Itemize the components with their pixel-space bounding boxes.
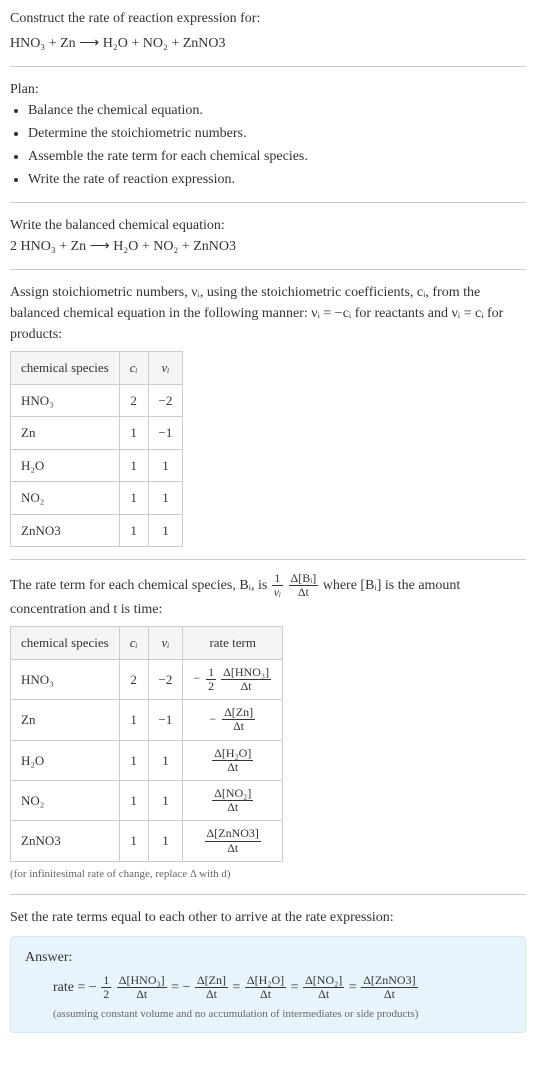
table-row: Zn 1 −1 <box>11 417 183 450</box>
col-nui: νᵢ <box>148 352 183 385</box>
rate-term-cell: − Δ[Zn] Δt <box>183 700 283 740</box>
stoich-text: Assign stoichiometric numbers, νᵢ, using… <box>10 282 526 345</box>
nui-cell: 1 <box>148 482 183 515</box>
ci-cell: 1 <box>119 417 148 450</box>
nui-cell: −1 <box>148 417 183 450</box>
plan-item: Balance the chemical equation. <box>28 100 526 121</box>
fraction: Δ[Zn] Δt <box>222 706 255 733</box>
species-cell: H₂O <box>11 740 120 780</box>
plan-item: Write the rate of reaction expression. <box>28 169 526 190</box>
table-row: HNO₃ 2 −2 − 1 2 Δ[HNO₃] Δt <box>11 659 283 699</box>
ci-cell: 1 <box>119 700 148 740</box>
table-row: ZnNO3 1 1 Δ[ZnNO3] Δt <box>11 821 283 861</box>
species-cell: Zn <box>11 417 120 450</box>
col-nui: νᵢ <box>148 627 183 660</box>
fraction: 1 νᵢ <box>272 572 283 599</box>
balanced-heading: Write the balanced chemical equation: <box>10 215 526 236</box>
rate-term-cell: − 1 2 Δ[HNO₃] Δt <box>183 659 283 699</box>
fraction: Δ[HNO₃] Δt <box>221 666 271 693</box>
species-cell: Zn <box>11 700 120 740</box>
fraction: Δ[ZnNO3] Δt <box>361 974 417 1001</box>
ci-cell: 2 <box>119 384 148 417</box>
fraction: Δ[H₂O] Δt <box>212 747 253 774</box>
fraction: Δ[NO₂] Δt <box>212 787 253 814</box>
fraction: Δ[H₂O] Δt <box>245 974 286 1001</box>
ci-cell: 1 <box>119 740 148 780</box>
infinitesimal-note: (for infinitesimal rate of change, repla… <box>10 866 526 883</box>
col-rate-term: rate term <box>183 627 283 660</box>
plan-item: Assemble the rate term for each chemical… <box>28 146 526 167</box>
nui-cell: 1 <box>148 740 183 780</box>
ci-cell: 1 <box>119 514 148 547</box>
rate-term-cell: Δ[H₂O] Δt <box>183 740 283 780</box>
table-header-row: chemical species cᵢ νᵢ rate term <box>11 627 283 660</box>
divider <box>10 559 526 560</box>
nui-cell: −2 <box>148 659 183 699</box>
species-cell: H₂O <box>11 449 120 482</box>
col-species: chemical species <box>11 352 120 385</box>
rate-term-table: chemical species cᵢ νᵢ rate term HNO₃ 2 … <box>10 626 283 861</box>
ci-cell: 1 <box>119 781 148 821</box>
plan-item: Determine the stoichiometric numbers. <box>28 123 526 144</box>
nui-cell: 1 <box>148 781 183 821</box>
fraction: 1 2 <box>206 666 216 693</box>
table-row: NO₂ 1 1 Δ[NO₂] Δt <box>11 781 283 821</box>
final-section: Set the rate terms equal to each other t… <box>10 907 526 1033</box>
table-header-row: chemical species cᵢ νᵢ <box>11 352 183 385</box>
nui-cell: −2 <box>148 384 183 417</box>
stoich-section: Assign stoichiometric numbers, νᵢ, using… <box>10 282 526 547</box>
answer-label: Answer: <box>25 947 511 968</box>
intro-section: Construct the rate of reaction expressio… <box>10 8 526 54</box>
table-row: NO₂ 1 1 <box>11 482 183 515</box>
final-heading: Set the rate terms equal to each other t… <box>10 907 526 928</box>
species-cell: HNO₃ <box>11 659 120 699</box>
ci-cell: 1 <box>119 482 148 515</box>
ci-cell: 1 <box>119 821 148 861</box>
nui-cell: 1 <box>148 449 183 482</box>
balanced-section: Write the balanced chemical equation: 2 … <box>10 215 526 257</box>
rate-term-cell: Δ[NO₂] Δt <box>183 781 283 821</box>
species-cell: HNO₃ <box>11 384 120 417</box>
divider <box>10 66 526 67</box>
col-ci: cᵢ <box>119 352 148 385</box>
table-row: HNO₃ 2 −2 <box>11 384 183 417</box>
ci-cell: 1 <box>119 449 148 482</box>
fraction: Δ[Bᵢ] Δt <box>289 572 319 599</box>
plan-section: Plan: Balance the chemical equation. Det… <box>10 79 526 190</box>
rate-term-cell: Δ[ZnNO3] Δt <box>183 821 283 861</box>
nui-cell: 1 <box>148 821 183 861</box>
table-row: ZnNO3 1 1 <box>11 514 183 547</box>
answer-box: Answer: rate = − 1 2 Δ[HNO₃] Δt = − Δ[Zn… <box>10 936 526 1033</box>
species-cell: NO₂ <box>11 482 120 515</box>
fraction: 1 2 <box>101 974 111 1001</box>
stoich-table: chemical species cᵢ νᵢ HNO₃ 2 −2 Zn 1 −1… <box>10 351 183 547</box>
ci-cell: 2 <box>119 659 148 699</box>
divider <box>10 269 526 270</box>
table-row: Zn 1 −1 − Δ[Zn] Δt <box>11 700 283 740</box>
col-species: chemical species <box>11 627 120 660</box>
plan-list: Balance the chemical equation. Determine… <box>10 100 526 190</box>
intro-text: Construct the rate of reaction expressio… <box>10 8 526 29</box>
fraction: Δ[Zn] Δt <box>195 974 228 1001</box>
species-cell: ZnNO3 <box>11 821 120 861</box>
intro-equation: HNO₃ + Zn ⟶ H₂O + NO₂ + ZnNO3 <box>10 33 526 54</box>
fraction: Δ[ZnNO3] Δt <box>205 827 261 854</box>
answer-note: (assuming constant volume and no accumul… <box>53 1006 511 1023</box>
balanced-equation: 2 HNO₃ + Zn ⟶ H₂O + NO₂ + ZnNO3 <box>10 236 526 257</box>
rate-term-text: The rate term for each chemical species,… <box>10 572 526 620</box>
fraction: Δ[HNO₃] Δt <box>117 974 167 1001</box>
divider <box>10 202 526 203</box>
table-row: H₂O 1 1 Δ[H₂O] Δt <box>11 740 283 780</box>
fraction: Δ[NO₂] Δt <box>303 974 344 1001</box>
divider <box>10 894 526 895</box>
species-cell: ZnNO3 <box>11 514 120 547</box>
answer-equation: rate = − 1 2 Δ[HNO₃] Δt = − Δ[Zn] Δt = Δ… <box>53 974 511 1001</box>
table-row: H₂O 1 1 <box>11 449 183 482</box>
plan-heading: Plan: <box>10 79 526 100</box>
col-ci: cᵢ <box>119 627 148 660</box>
species-cell: NO₂ <box>11 781 120 821</box>
nui-cell: 1 <box>148 514 183 547</box>
rate-term-section: The rate term for each chemical species,… <box>10 572 526 882</box>
nui-cell: −1 <box>148 700 183 740</box>
